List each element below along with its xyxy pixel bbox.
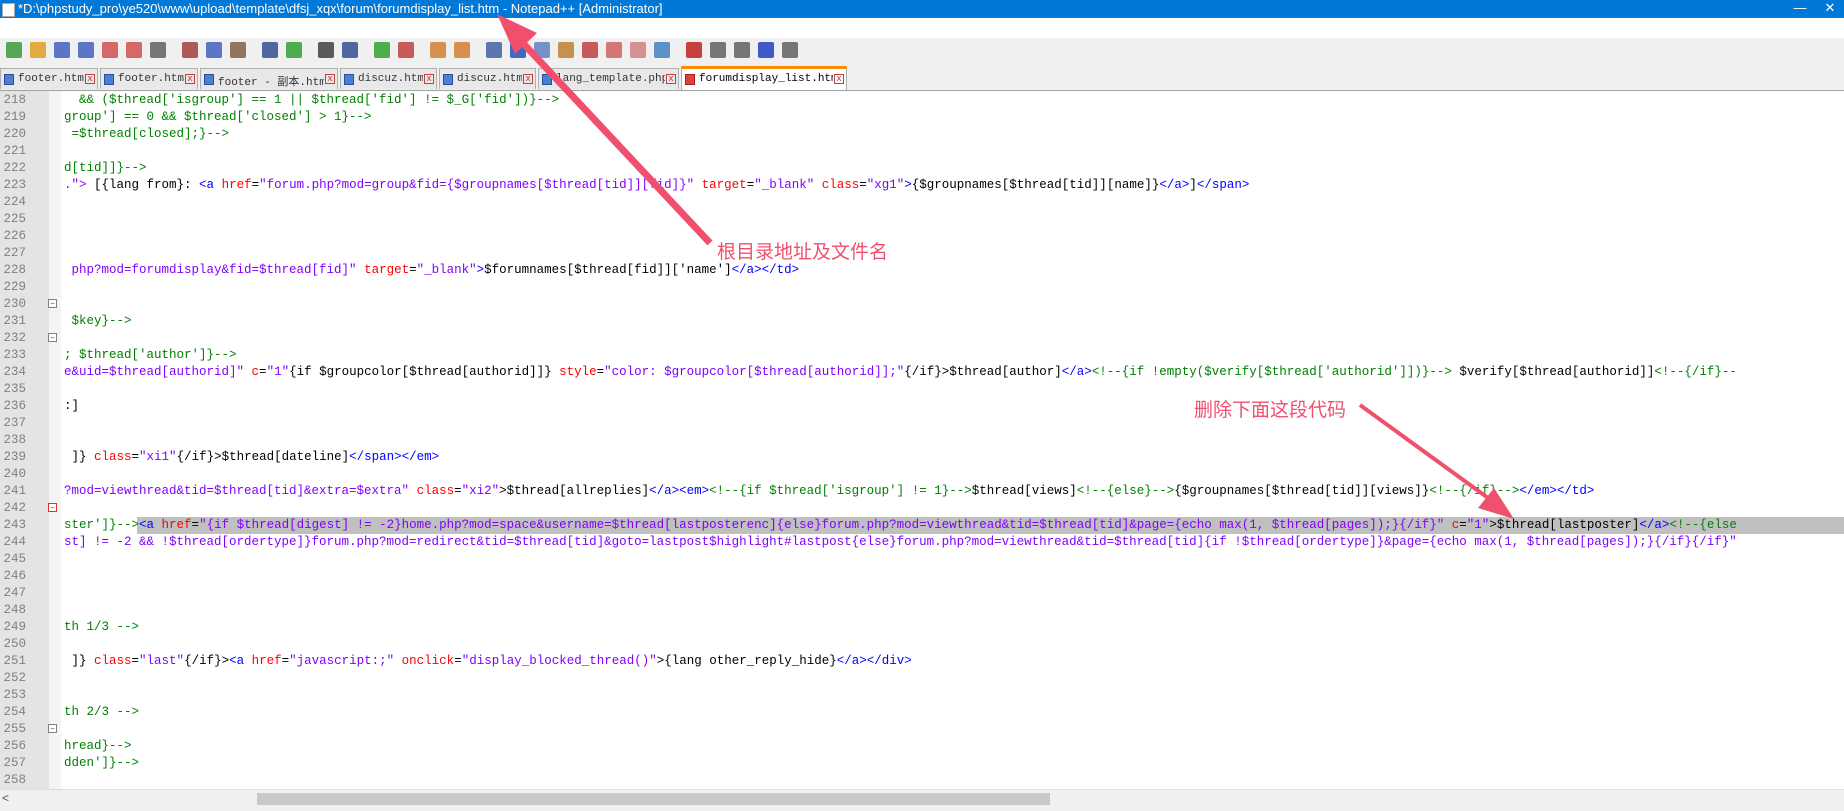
arrow-to-code (1358, 403, 1514, 519)
arrow-to-title (497, 14, 713, 246)
delete-code-annotation: 删除下面这段代码 (1194, 399, 1347, 421)
root-path-annotation: 根目录地址及文件名 (717, 241, 889, 263)
annotation-arrows (497, 14, 1514, 519)
